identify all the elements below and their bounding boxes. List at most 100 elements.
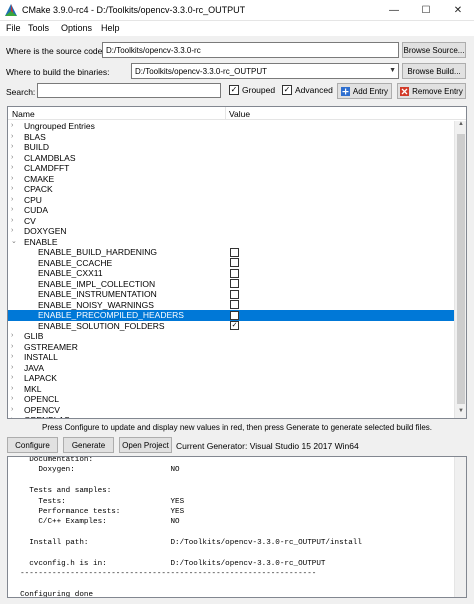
tree-entry-checkbox[interactable] (230, 300, 239, 309)
source-path-field[interactable]: D:/Toolkits/opencv-3.3.0-rc (102, 42, 399, 58)
tree-entry-name: BLAS (24, 131, 46, 142)
chevron-right-icon[interactable]: › (11, 195, 19, 206)
add-entry-label: Add Entry (352, 86, 389, 96)
tree-entry-checkbox[interactable] (230, 258, 239, 267)
minimize-button[interactable]: — (378, 0, 410, 21)
tree-entry-checkbox[interactable] (230, 279, 239, 288)
scroll-up-icon[interactable]: ▲ (455, 121, 466, 131)
chevron-right-icon[interactable]: › (11, 363, 19, 374)
output-scrollbar[interactable] (454, 457, 466, 597)
column-header-value[interactable]: Value (229, 109, 250, 119)
tree-group[interactable]: › CUDA (8, 205, 454, 216)
menu-help[interactable]: Help (101, 23, 120, 33)
tree-group[interactable]: › INSTALL (8, 352, 454, 363)
remove-entry-button[interactable]: Remove Entry (397, 83, 466, 99)
grouped-label: Grouped (242, 85, 276, 95)
tree-entry-checkbox[interactable]: ✓ (230, 321, 239, 330)
menu-options[interactable]: Options (61, 23, 92, 33)
tree-scrollbar[interactable]: ▲ ▼ (454, 121, 466, 418)
menu-tools[interactable]: Tools (28, 23, 49, 33)
tree-entry-name: GLIB (24, 331, 44, 341)
chevron-right-icon[interactable]: › (11, 142, 19, 153)
chevron-right-icon[interactable]: › (11, 384, 19, 395)
chevron-right-icon[interactable]: › (11, 184, 19, 195)
cache-tree[interactable]: Name Value › Ungrouped Entries › BLAS › BUILD… (7, 106, 467, 419)
column-header-name[interactable]: Name (12, 109, 35, 119)
tree-group[interactable]: › GLIB (8, 331, 454, 342)
output-line: C/C++ Examples: NO (11, 518, 180, 527)
tree-entry-checkbox[interactable] (230, 310, 239, 320)
chevron-right-icon[interactable]: › (11, 342, 19, 353)
tree-group[interactable]: › DOXYGEN (8, 226, 454, 237)
menu-file[interactable]: File (6, 23, 21, 33)
tree-group[interactable]: › GSTREAMER (8, 342, 454, 353)
tree-group[interactable]: › CV (8, 216, 454, 227)
chevron-right-icon[interactable]: › (11, 394, 19, 405)
tree-entry-checkbox[interactable] (230, 247, 239, 257)
tree-entry[interactable]: ENABLE_CXX11 (8, 268, 454, 279)
tree-group[interactable]: › CPU (8, 195, 454, 206)
chevron-right-icon[interactable]: › (11, 352, 19, 363)
chevron-right-icon[interactable]: › (11, 163, 19, 174)
open-project-button[interactable]: Open Project (119, 437, 172, 453)
info-message: Press Configure to update and display ne… (41, 423, 432, 432)
configure-button[interactable]: Configure (7, 437, 58, 453)
chevron-right-icon[interactable]: › (11, 132, 19, 143)
output-line: cvconfig.h is in: D:/Toolkits/opencv-3.3… (11, 559, 326, 568)
tree-entry-name: ENABLE_NOISY_WARNINGS (38, 299, 154, 310)
maximize-button[interactable]: ☐ (410, 0, 442, 21)
tree-entry[interactable]: ENABLE_NOISY_WARNINGS (8, 300, 454, 311)
chevron-right-icon[interactable]: › (11, 226, 19, 237)
chevron-right-icon[interactable]: › (11, 121, 19, 132)
tree-group[interactable]: › CMAKE (8, 174, 454, 185)
tree-entry[interactable]: ENABLE_BUILD_HARDENING (8, 247, 454, 258)
tree-group[interactable]: › CPACK (8, 184, 454, 195)
chevron-right-icon[interactable]: › (11, 216, 19, 227)
tree-group[interactable]: › LAPACK (8, 373, 454, 384)
tree-group[interactable]: › Ungrouped Entries (8, 121, 454, 132)
tree-group[interactable]: › BLAS (8, 132, 454, 143)
close-button[interactable]: ✕ (442, 0, 474, 21)
tree-entry-name: GSTREAMER (24, 341, 78, 352)
tree-group[interactable]: ⌄ ENABLE (8, 237, 454, 248)
scroll-thumb[interactable] (457, 134, 465, 404)
tree-entry[interactable]: ENABLE_PRECOMPILED_HEADERS (8, 310, 454, 321)
scroll-down-icon[interactable]: ▼ (455, 408, 466, 418)
tree-entry-name: CUDA (24, 205, 49, 215)
tree-group[interactable]: › BUILD (8, 142, 454, 153)
chevron-right-icon[interactable]: › (11, 331, 19, 342)
tree-entry-checkbox[interactable] (230, 268, 239, 278)
tree-entry[interactable]: ENABLE_INSTRUMENTATION (8, 289, 454, 300)
output-log[interactable]: Documentation: Doxygen: NO Tests and sam… (7, 456, 467, 598)
tree-group[interactable]: › MKL (8, 384, 454, 395)
tree-group[interactable]: › OPENCL (8, 394, 454, 405)
chevron-right-icon[interactable]: › (11, 405, 19, 416)
search-input[interactable] (37, 83, 221, 98)
generate-button[interactable]: Generate (63, 437, 114, 453)
grouped-checkbox[interactable]: ✓ Grouped (229, 85, 275, 95)
browse-build-button[interactable]: Browse Build... (402, 63, 466, 79)
tree-group[interactable]: › OPENBLAS (8, 415, 454, 418)
tree-group[interactable]: › JAVA (8, 363, 454, 374)
browse-source-button[interactable]: Browse Source... (402, 42, 466, 58)
tree-entry-name: CPACK (24, 184, 53, 194)
tree-entry-checkbox[interactable] (230, 289, 239, 299)
chevron-right-icon[interactable]: › (11, 373, 19, 384)
tree-entry[interactable]: ENABLE_SOLUTION_FOLDERS ✓ (8, 321, 454, 332)
chevron-right-icon[interactable]: › (11, 174, 19, 185)
build-path-combo[interactable]: D:/Toolkits/opencv-3.3.0-rc_OUTPUT ▼ (131, 63, 399, 79)
output-text: Documentation: Doxygen: NO Tests and sam… (11, 457, 362, 597)
tree-group[interactable]: › CLAMDBLAS (8, 153, 454, 164)
tree-entry[interactable]: ENABLE_CCACHE (8, 258, 454, 269)
column-divider[interactable] (225, 107, 226, 120)
tree-group[interactable]: › CLAMDFFT (8, 163, 454, 174)
chevron-right-icon[interactable]: › (11, 153, 19, 164)
tree-entry[interactable]: ENABLE_IMPL_COLLECTION (8, 279, 454, 290)
chevron-down-icon[interactable]: ⌄ (11, 237, 19, 248)
chevron-right-icon[interactable]: › (11, 415, 19, 418)
tree-group[interactable]: › OPENCV (8, 405, 454, 416)
chevron-right-icon[interactable]: › (11, 205, 19, 216)
advanced-checkbox[interactable]: ✓ Advanced (282, 85, 333, 95)
add-entry-button[interactable]: Add Entry (337, 83, 392, 99)
chevron-down-icon: ▼ (389, 67, 396, 74)
